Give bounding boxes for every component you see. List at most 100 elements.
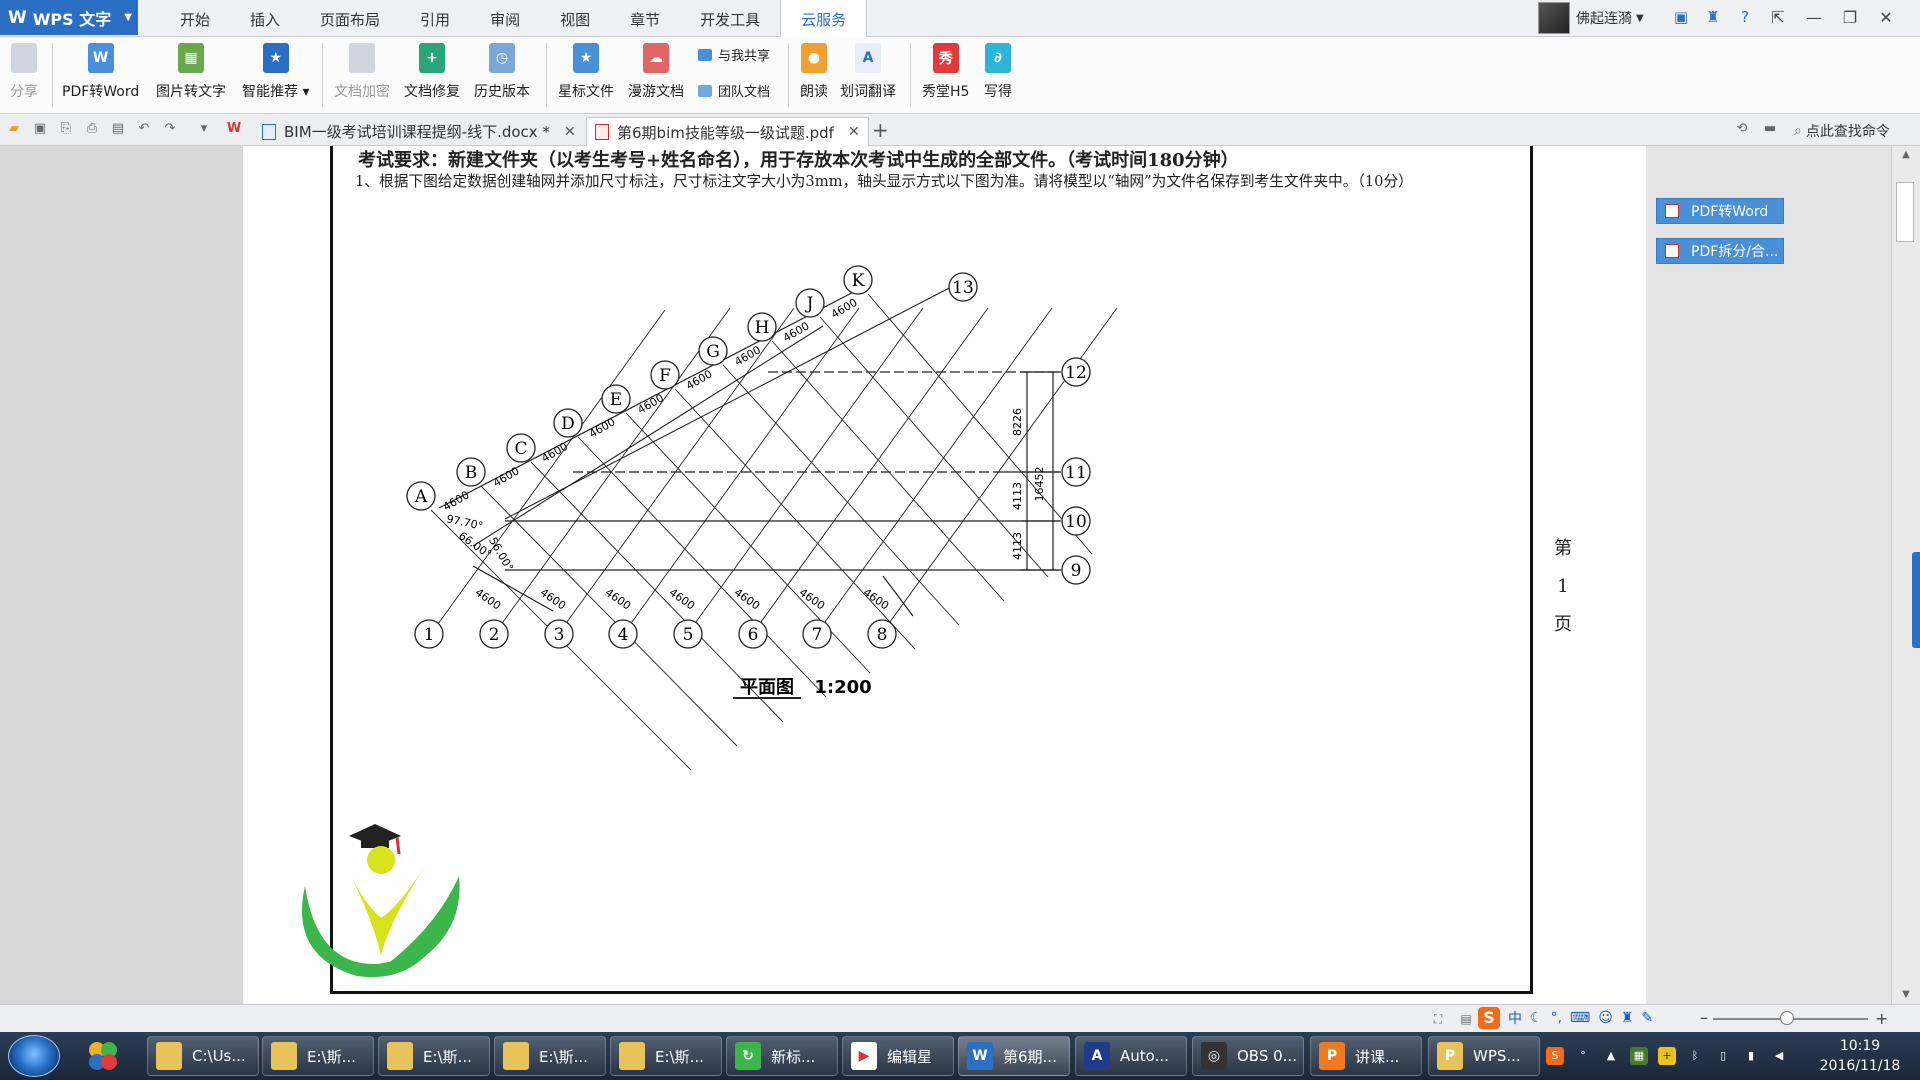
taskbar-button-8[interactable]: A Auto...	[1075, 1036, 1187, 1076]
scroll-down-icon[interactable]: ▼	[1892, 986, 1920, 1004]
tab-menu-7[interactable]: 开发工具	[680, 0, 780, 37]
system-clock[interactable]: 10:19 2016/11/18	[1810, 1036, 1910, 1076]
taskbar-button-7[interactable]: W 第6期...	[958, 1036, 1070, 1076]
svg-text:7: 7	[812, 625, 823, 645]
doc-repair-button[interactable]: + 文档修复	[404, 43, 460, 101]
print-icon[interactable]: ⎙	[84, 121, 100, 137]
xiutang-button[interactable]: 秀 秀堂H5	[922, 43, 969, 101]
xiutang-icon: 秀	[932, 43, 959, 73]
close-tab-icon[interactable]: ✕	[564, 124, 576, 140]
help-icon[interactable]: ?	[1734, 4, 1756, 30]
team-doc-button[interactable]: 团队文档	[698, 81, 770, 100]
folder-icon	[503, 1042, 529, 1070]
share-with-me-button[interactable]: 与我共享	[698, 45, 770, 64]
pinned-app-icon[interactable]	[76, 1036, 130, 1076]
ribbon-separator	[322, 43, 323, 107]
tab-pdf[interactable]: 第6期bim技能等级一级试题.pdf ✕	[586, 117, 869, 146]
undo-icon[interactable]: ↶	[136, 121, 152, 137]
tab-menu-1[interactable]: 插入	[230, 0, 300, 37]
tab-docx[interactable]: BIM一级考试培训课程提纲-线下.docx * ✕	[254, 117, 584, 146]
translate-button[interactable]: A 划词翻译	[840, 43, 896, 101]
taskbar-button-4[interactable]: E:\斯...	[610, 1036, 722, 1076]
network-icon[interactable]: ▮	[1742, 1047, 1760, 1065]
gpu-tray-icon[interactable]: ▦	[1630, 1047, 1648, 1065]
tab-menu-2[interactable]: 页面布局	[300, 0, 400, 37]
side-panel-toggle[interactable]	[1912, 552, 1920, 648]
fit-page-icon[interactable]: ⛶	[1430, 1011, 1446, 1027]
taskbar-button-10[interactable]: P 讲课...	[1310, 1036, 1422, 1076]
history-button[interactable]: ◷ 历史版本	[474, 43, 530, 101]
sync-icon[interactable]: ⟲	[1734, 121, 1750, 137]
taskbar-button-6[interactable]: ▶ 编辑星	[842, 1036, 954, 1076]
doc-encrypt-button[interactable]: 文档加密	[334, 43, 390, 101]
star-file-label: 星标文件	[558, 84, 614, 100]
redo-icon[interactable]: ↷	[162, 121, 178, 137]
taskbar-button-3[interactable]: E:\斯...	[494, 1036, 606, 1076]
smart-recommend-button[interactable]: ★ 智能推荐 ▾	[242, 43, 309, 101]
share-button[interactable]: 分享	[10, 43, 38, 101]
taskbar-button-2[interactable]: E:\斯...	[378, 1036, 490, 1076]
open-icon[interactable]: ▰	[6, 121, 22, 137]
star-folder-icon: ★	[573, 43, 599, 73]
page-view-icon[interactable]: ▤	[1458, 1011, 1474, 1027]
translate-icon: A	[855, 43, 881, 73]
scroll-thumb[interactable]	[1896, 182, 1914, 242]
shirt-icon[interactable]: ♜	[1702, 4, 1724, 30]
save-icon[interactable]: ▣	[32, 121, 48, 137]
zoom-in-button[interactable]: +	[1875, 1009, 1888, 1028]
zoom-slider-knob[interactable]	[1780, 1011, 1794, 1025]
app-menu-button[interactable]: W WPS 文字 ▼	[0, 0, 138, 35]
taskbar-button-11[interactable]: P WPS...	[1428, 1036, 1540, 1076]
minimize-button[interactable]: —	[1796, 2, 1832, 34]
skin-icon[interactable]: ▣	[1670, 4, 1692, 30]
xiede-button[interactable]: ∂ 写得	[984, 43, 1012, 101]
close-button[interactable]: ✕	[1868, 2, 1904, 34]
user-account[interactable]: 佛起连漪 ▼	[1538, 2, 1644, 34]
wrench-icon: ✎	[1641, 1010, 1654, 1026]
taskbar-button-0[interactable]: C:\Us...	[147, 1036, 259, 1076]
export-icon[interactable]: ⎘	[58, 121, 74, 137]
pdf-to-word-button[interactable]: W PDF转Word	[62, 43, 139, 101]
close-tab-icon[interactable]: ✕	[848, 124, 860, 140]
grid-line	[674, 388, 916, 650]
pdf-to-word-side-button[interactable]: PDF转Word	[1656, 198, 1784, 224]
tab-menu-3[interactable]: 引用	[400, 0, 470, 37]
new-tab-button[interactable]: +	[872, 118, 889, 142]
show-hidden-icon[interactable]: ▲	[1602, 1047, 1620, 1065]
pin-window-button[interactable]: ⇱	[1760, 2, 1796, 34]
taskbar-button-1[interactable]: E:\斯...	[262, 1036, 374, 1076]
axis-head-J: J	[795, 288, 825, 318]
sogou-ime-icon: S	[1478, 1007, 1500, 1029]
sogou-tray-icon[interactable]: S	[1546, 1047, 1564, 1065]
chevron-down-icon[interactable]: ▾	[196, 121, 212, 137]
ime-toolbar[interactable]: S 中 ☾ °, ⌨ ☺ ♜ ✎	[1478, 1007, 1653, 1029]
pdf-split-merge-button[interactable]: PDF拆分/合...	[1656, 238, 1784, 264]
tab-menu-4[interactable]: 审阅	[470, 0, 540, 37]
svg-text:12: 12	[1065, 363, 1087, 383]
axis-head-C: C	[506, 433, 536, 463]
plus-tray-icon[interactable]: +	[1658, 1047, 1676, 1065]
image-to-text-button[interactable]: ▦ 图片转文字	[156, 43, 226, 101]
restore-button[interactable]: ❐	[1832, 2, 1868, 34]
power-icon[interactable]: ▯	[1714, 1047, 1732, 1065]
command-search[interactable]: ⌕ 点此查找命令	[1794, 121, 1890, 141]
xiede-label: 写得	[984, 84, 1012, 100]
taskbar-button-5[interactable]: ↻ 新标...	[726, 1036, 838, 1076]
taskbar-button-9[interactable]: ◎ OBS 0...	[1192, 1036, 1304, 1076]
volume-icon[interactable]: ◀	[1770, 1047, 1788, 1065]
start-button[interactable]	[8, 1035, 60, 1077]
app-icon: W	[967, 1042, 993, 1070]
tab-menu-0[interactable]: 开始	[160, 0, 230, 37]
star-file-button[interactable]: ★ 星标文件	[558, 43, 614, 101]
preview-icon[interactable]: ▤	[110, 121, 126, 137]
tab-menu-8[interactable]: 云服务	[780, 0, 868, 37]
comment-icon[interactable]: ▬	[1762, 121, 1778, 137]
ime-tray-icon[interactable]: °	[1574, 1047, 1592, 1065]
read-aloud-button[interactable]: ● 朗读	[800, 43, 828, 101]
roam-doc-button[interactable]: ☁ 漫游文档	[628, 43, 684, 101]
tab-menu-5[interactable]: 视图	[540, 0, 610, 37]
bluetooth-icon[interactable]: ᛒ	[1686, 1047, 1704, 1065]
tab-menu-6[interactable]: 章节	[610, 0, 680, 37]
zoom-out-button[interactable]: –	[1700, 1008, 1708, 1027]
scroll-up-icon[interactable]: ▲	[1892, 146, 1920, 164]
